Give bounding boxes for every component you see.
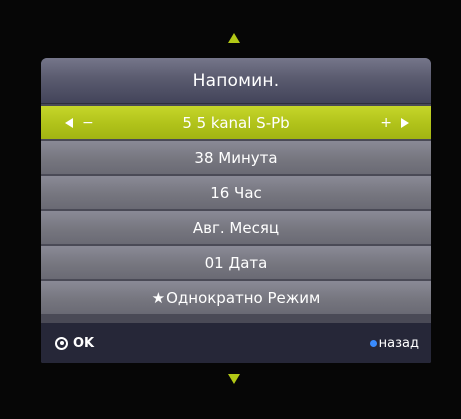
ok-hint[interactable]: OK (55, 336, 94, 351)
ok-label: OK (73, 335, 95, 351)
plus-sign: + (380, 114, 392, 131)
mode-row[interactable]: ★ Однократно Режим (41, 281, 431, 314)
minute-label: 38 Минута (194, 148, 278, 167)
star-icon: ★ (151, 288, 166, 307)
channel-selector-row[interactable]: − 5 5 kanal S-Pb + (41, 106, 431, 139)
up-arrow-icon[interactable] (228, 33, 240, 43)
date-row[interactable]: 01 Дата (41, 246, 431, 279)
back-hint[interactable]: назад (369, 335, 419, 351)
dialog-title: Напомин. (192, 70, 280, 91)
channel-increase-control[interactable]: + (380, 106, 409, 139)
month-label: Авг. Месяц (192, 218, 280, 237)
hour-label: 16 Час (210, 183, 262, 202)
left-arrow-icon (65, 117, 73, 128)
ok-circle-icon (55, 336, 68, 350)
down-arrow-icon[interactable] (228, 374, 240, 384)
tv-screen: Напомин. − 5 5 kanal S-Pb + 38 Минута 16… (0, 0, 461, 419)
dialog-footer: OK назад (41, 323, 431, 363)
blue-button-icon (369, 339, 377, 347)
minute-row[interactable]: 38 Минута (41, 141, 431, 174)
month-row[interactable]: Авг. Месяц (41, 211, 431, 244)
minus-sign: − (82, 114, 94, 131)
channel-value: 5 5 kanal S-Pb (182, 113, 290, 132)
back-label: назад (378, 335, 419, 351)
right-arrow-icon (401, 117, 409, 128)
mode-label: Однократно Режим (166, 288, 321, 307)
dialog-header: Напомин. (41, 58, 431, 104)
channel-decrease-control[interactable]: − (65, 106, 94, 139)
hour-row[interactable]: 16 Час (41, 176, 431, 209)
date-label: 01 Дата (204, 253, 268, 272)
reminder-dialog: Напомин. − 5 5 kanal S-Pb + 38 Минута 16… (41, 58, 431, 363)
